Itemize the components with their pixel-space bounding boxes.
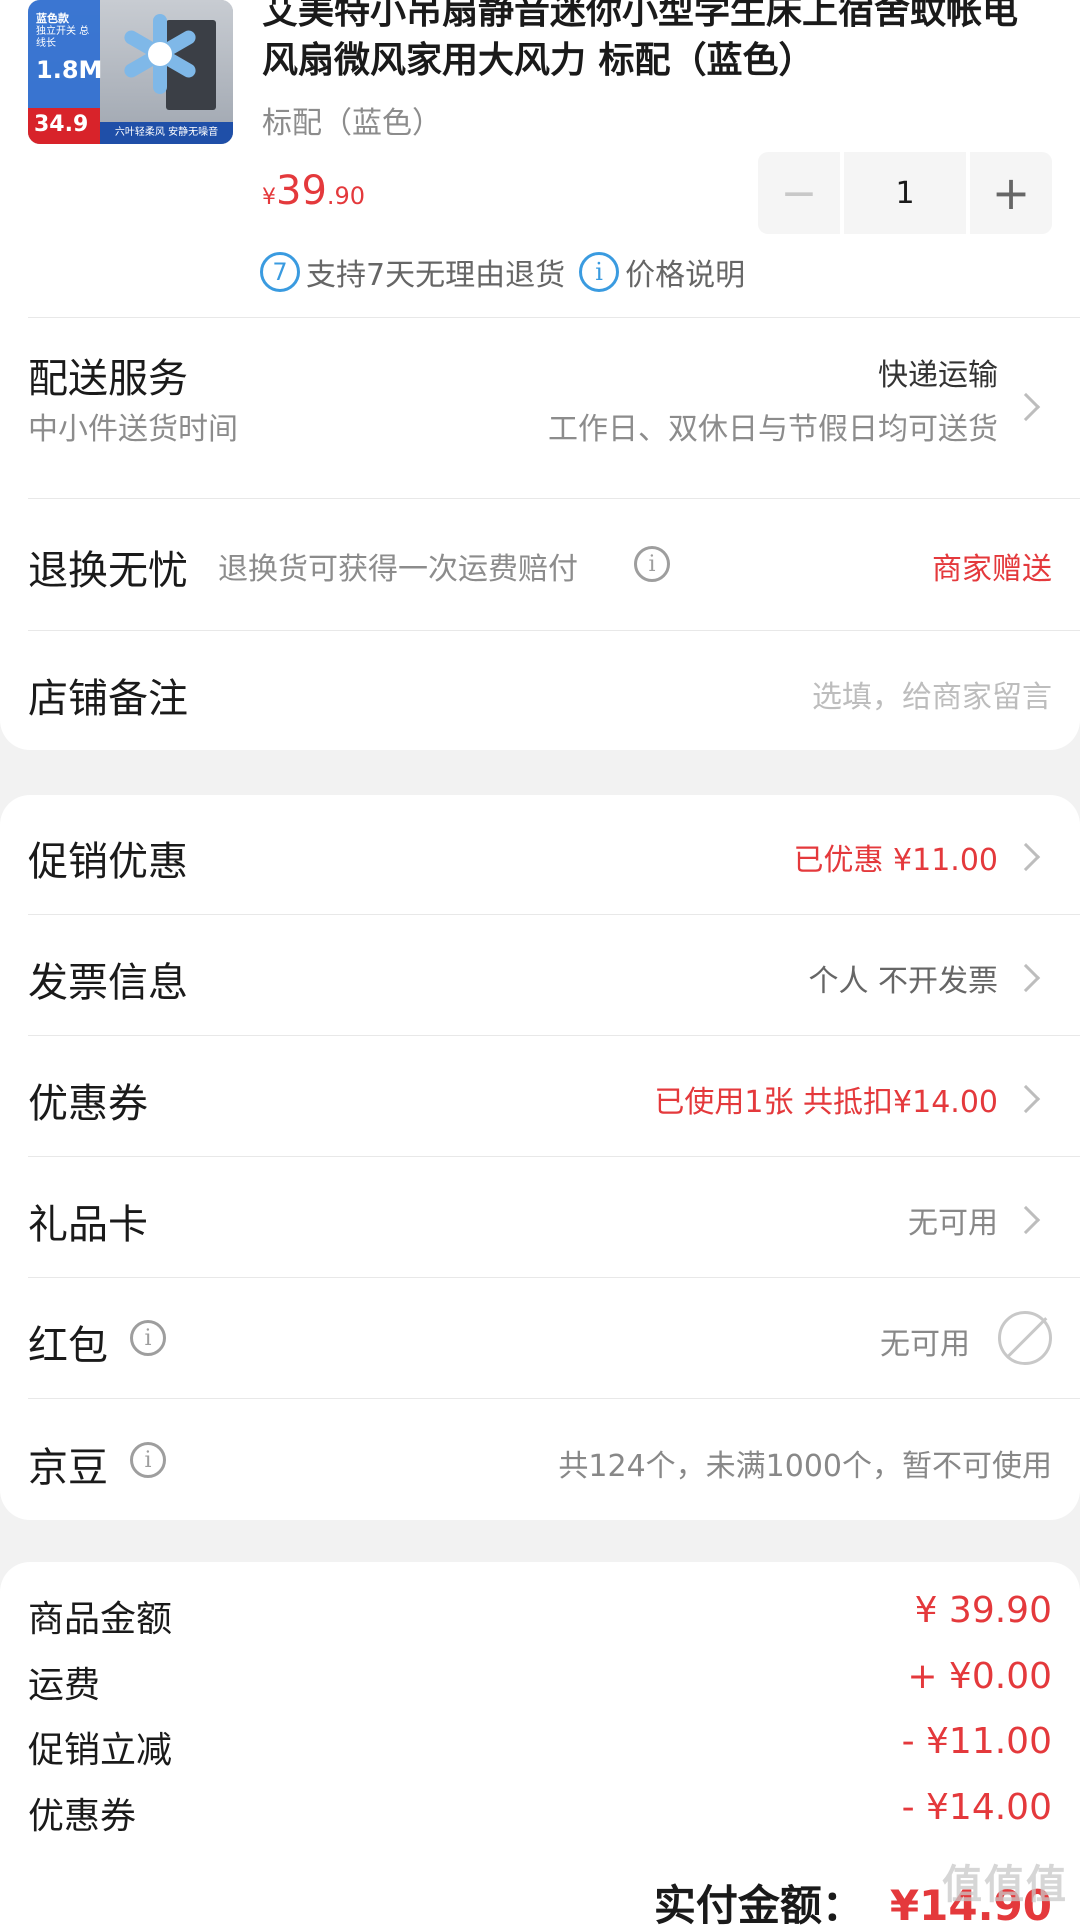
divider <box>28 317 1080 318</box>
product-title[interactable]: 艾美特小吊扇静音迷你小型学生床上宿舍蚊帐电风扇微风家用大风力 标配（蓝色） <box>262 0 1052 85</box>
product-card: 蓝色款 独立开关 总线长 1.8M 34.9 六叶轻柔风 安静无噪音 艾美特小吊… <box>0 0 1080 750</box>
divider <box>28 498 1080 499</box>
fan-image <box>120 14 200 94</box>
divider <box>28 630 1080 631</box>
promotion-label: 促销优惠 <box>28 839 188 885</box>
decrease-button[interactable]: − <box>758 152 840 234</box>
delivery-time-value: 工作日、双休日与节假日均可送货 <box>548 412 998 447</box>
shipping-value: + ¥0.00 <box>907 1656 1052 1697</box>
quantity-stepper: − 1 + <box>758 152 1052 234</box>
jingdou-info-icon[interactable]: i <box>130 1442 166 1478</box>
chevron-right-icon <box>1011 1084 1041 1114</box>
remark-label: 店铺备注 <box>28 676 188 722</box>
coupon-discount-label: 优惠券 <box>28 1796 137 1837</box>
returns-info-icon[interactable]: i <box>634 546 670 582</box>
price-currency: ¥ <box>262 185 276 210</box>
offers-card: 促销优惠 已优惠 ¥11.00 发票信息 个人 不开发票 优惠券 已使用1张 共… <box>0 795 1080 1520</box>
product-thumbnail[interactable]: 蓝色款 独立开关 总线长 1.8M 34.9 六叶轻柔风 安静无噪音 <box>28 0 233 144</box>
shipping-label: 运费 <box>28 1665 101 1706</box>
watermark: 值值值 <box>942 1862 1068 1908</box>
promotion-value: 已优惠 ¥11.00 <box>793 843 998 878</box>
thumb-strip: 六叶轻柔风 安静无噪音 <box>100 122 233 144</box>
invoice-label: 发票信息 <box>28 960 188 1006</box>
chevron-right-icon <box>1011 963 1041 993</box>
red-packet-value: 无可用 <box>880 1327 970 1362</box>
thumb-price-tag: 34.9 <box>28 108 100 144</box>
delivery-method: 快递运输 <box>878 358 998 393</box>
remark-input[interactable]: 选填，给商家留言 <box>812 672 1052 716</box>
thumb-price: 34.9 <box>34 112 89 137</box>
gift-card-value: 无可用 <box>908 1206 998 1241</box>
coupon-value: 已使用1张 共抵扣¥14.00 <box>654 1085 998 1120</box>
chevron-right-icon <box>1011 392 1041 422</box>
goods-amount-value: ¥ 39.90 <box>914 1590 1052 1631</box>
divider <box>28 914 1080 915</box>
delivery-time-label: 中小件送货时间 <box>28 412 238 447</box>
product-tags: 7 支持7天无理由退货 i 价格说明 <box>260 250 745 294</box>
delivery-label: 配送服务 <box>28 356 188 402</box>
divider <box>28 1277 1080 1278</box>
return-policy-text[interactable]: 支持7天无理由退货 <box>306 250 565 294</box>
divider <box>28 1035 1080 1036</box>
price-integer: 39 <box>276 168 327 214</box>
chevron-right-icon <box>1011 1205 1041 1235</box>
returns-value: 商家赠送 <box>932 552 1052 587</box>
thumb-big-text: 1.8M <box>36 56 103 84</box>
thumb-badge: 蓝色款 <box>36 12 69 25</box>
product-price: ¥39.90 <box>262 168 365 214</box>
red-packet-info-icon[interactable]: i <box>130 1320 166 1356</box>
product-spec: 标配（蓝色） <box>262 106 442 141</box>
increase-button[interactable]: + <box>970 152 1052 234</box>
price-explanation-link[interactable]: 价格说明 <box>625 250 745 294</box>
jingdou-value: 共124个，未满1000个，暂不可使用 <box>558 1449 1052 1484</box>
disabled-icon <box>998 1311 1052 1365</box>
coupon-discount-value: - ¥14.00 <box>901 1787 1052 1828</box>
divider <box>28 1156 1080 1157</box>
total-label: 实付金额： <box>653 1881 864 1928</box>
price-decimal: .90 <box>326 182 366 210</box>
promo-discount-value: - ¥11.00 <box>901 1721 1052 1762</box>
returns-desc: 退换货可获得一次运费赔付 <box>218 552 578 587</box>
thumb-text: 独立开关 总线长 <box>36 26 90 49</box>
quantity-input[interactable]: 1 <box>844 152 966 234</box>
returns-label: 退换无忧 <box>28 548 188 594</box>
gift-card-label: 礼品卡 <box>28 1202 148 1248</box>
coupon-label: 优惠券 <box>28 1081 148 1127</box>
jingdou-label: 京豆 <box>28 1445 108 1491</box>
promo-discount-label: 促销立减 <box>28 1730 173 1771</box>
red-packet-label: 红包 <box>28 1323 108 1369</box>
info-icon[interactable]: i <box>579 252 620 292</box>
divider <box>28 1398 1080 1399</box>
seven-day-return-icon: 7 <box>260 252 300 292</box>
invoice-value: 个人 不开发票 <box>808 964 998 999</box>
goods-amount-label: 商品金额 <box>28 1599 173 1640</box>
chevron-right-icon <box>1011 842 1041 872</box>
